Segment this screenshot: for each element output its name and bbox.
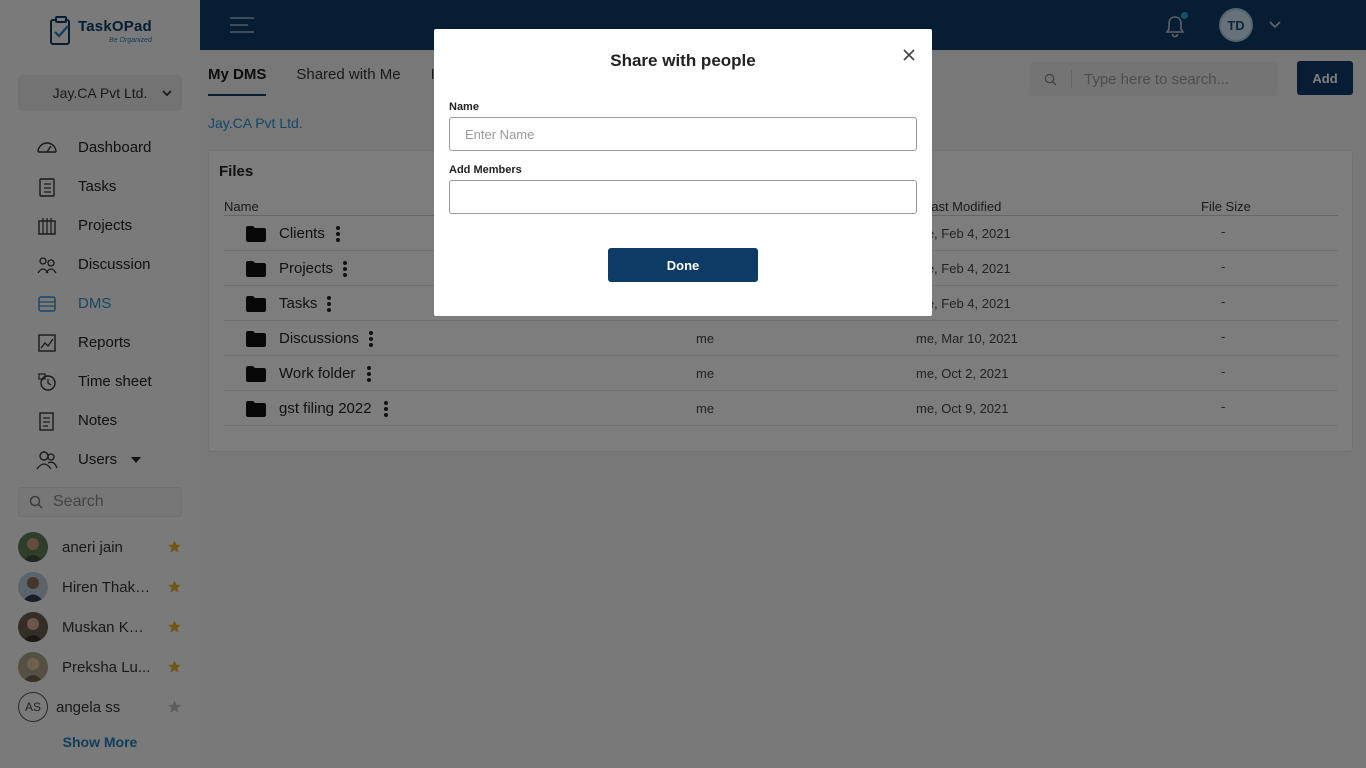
name-label: Name bbox=[449, 101, 479, 113]
dialog-title: Share with people bbox=[610, 51, 756, 70]
done-button[interactable]: Done bbox=[608, 248, 758, 282]
add-members-input[interactable] bbox=[449, 180, 917, 214]
close-icon[interactable] bbox=[902, 48, 916, 62]
name-input[interactable] bbox=[449, 117, 917, 151]
add-members-label: Add Members bbox=[449, 164, 522, 176]
share-dialog: Share with people Name Add Members Done bbox=[434, 29, 932, 316]
